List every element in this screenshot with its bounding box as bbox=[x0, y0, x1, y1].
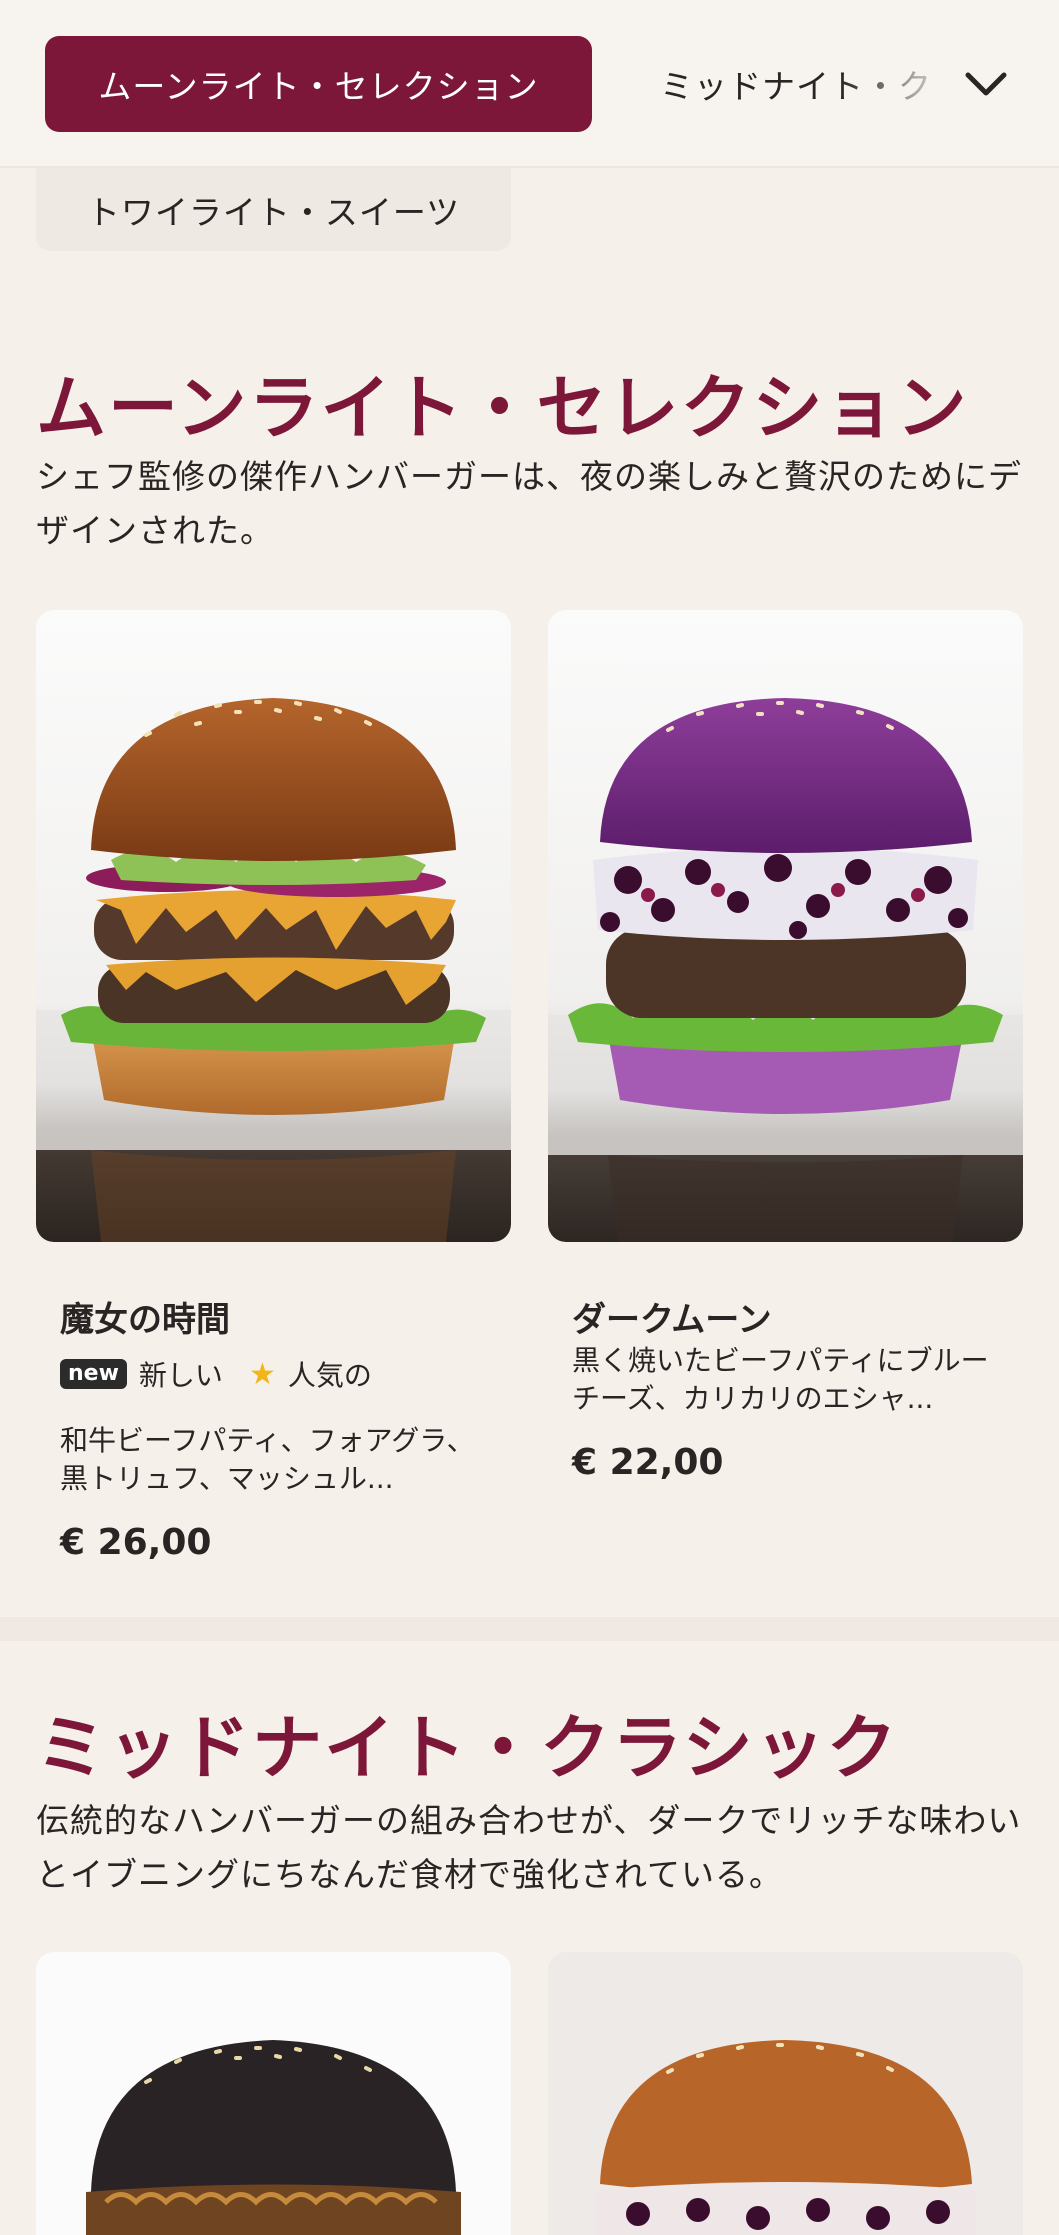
section-divider bbox=[0, 1617, 1059, 1641]
category-nav: ムーンライト・セレクション ミッドナイト・ク bbox=[0, 0, 1059, 168]
item-name[interactable]: ダークムーン bbox=[572, 1292, 772, 1341]
item-price: € 26,00 bbox=[60, 1522, 212, 1563]
category-chip-moonlight[interactable]: ムーンライト・セレクション bbox=[45, 36, 592, 132]
burger-image-berry[interactable] bbox=[548, 1952, 1023, 2235]
section-description-moonlight: シェフ監修の傑作ハンバーガーは、夜の楽しみと贅沢のためにデザインされた。 bbox=[36, 457, 1022, 550]
tag-new-label: 新しい bbox=[138, 1359, 223, 1392]
category-chip-twilight[interactable]: トワイライト・スイーツ bbox=[36, 168, 511, 251]
tag-popular-label: 人気の bbox=[287, 1359, 372, 1392]
item-price: € 22,00 bbox=[572, 1442, 724, 1483]
star-icon: ★ bbox=[248, 1356, 276, 1392]
new-badge: new bbox=[60, 1359, 127, 1389]
category-chip-midnight[interactable]: ミッドナイト・ク bbox=[660, 36, 960, 132]
burger-image-dark-moon[interactable] bbox=[548, 610, 1023, 1242]
burger-image-black-bun[interactable] bbox=[36, 1952, 511, 2235]
item-name[interactable]: 魔女の時間 bbox=[60, 1292, 230, 1341]
section-title-moonlight: ムーンライト・セレクション bbox=[36, 367, 969, 449]
item-description: 和牛ビーフパティ、フォアグラ、黒トリュフ、マッシュル... bbox=[60, 1424, 475, 1495]
section-description-midnight: 伝統的なハンバーガーの組み合わせが、ダークでリッチな味わいとイブニングにちなんだ… bbox=[36, 1801, 1022, 1894]
item-description: 黒く焼いたビーフパティにブルーチーズ、カリカリのエシャ... bbox=[572, 1344, 989, 1415]
chevron-down-icon bbox=[965, 72, 1007, 96]
burger-image-witching-hour[interactable] bbox=[36, 610, 511, 1242]
item-tags: new 新しい ★ 人気の bbox=[60, 1354, 372, 1394]
expand-categories-button[interactable] bbox=[956, 54, 1016, 114]
section-title-midnight: ミッドナイト・クラシック bbox=[36, 1707, 899, 1789]
